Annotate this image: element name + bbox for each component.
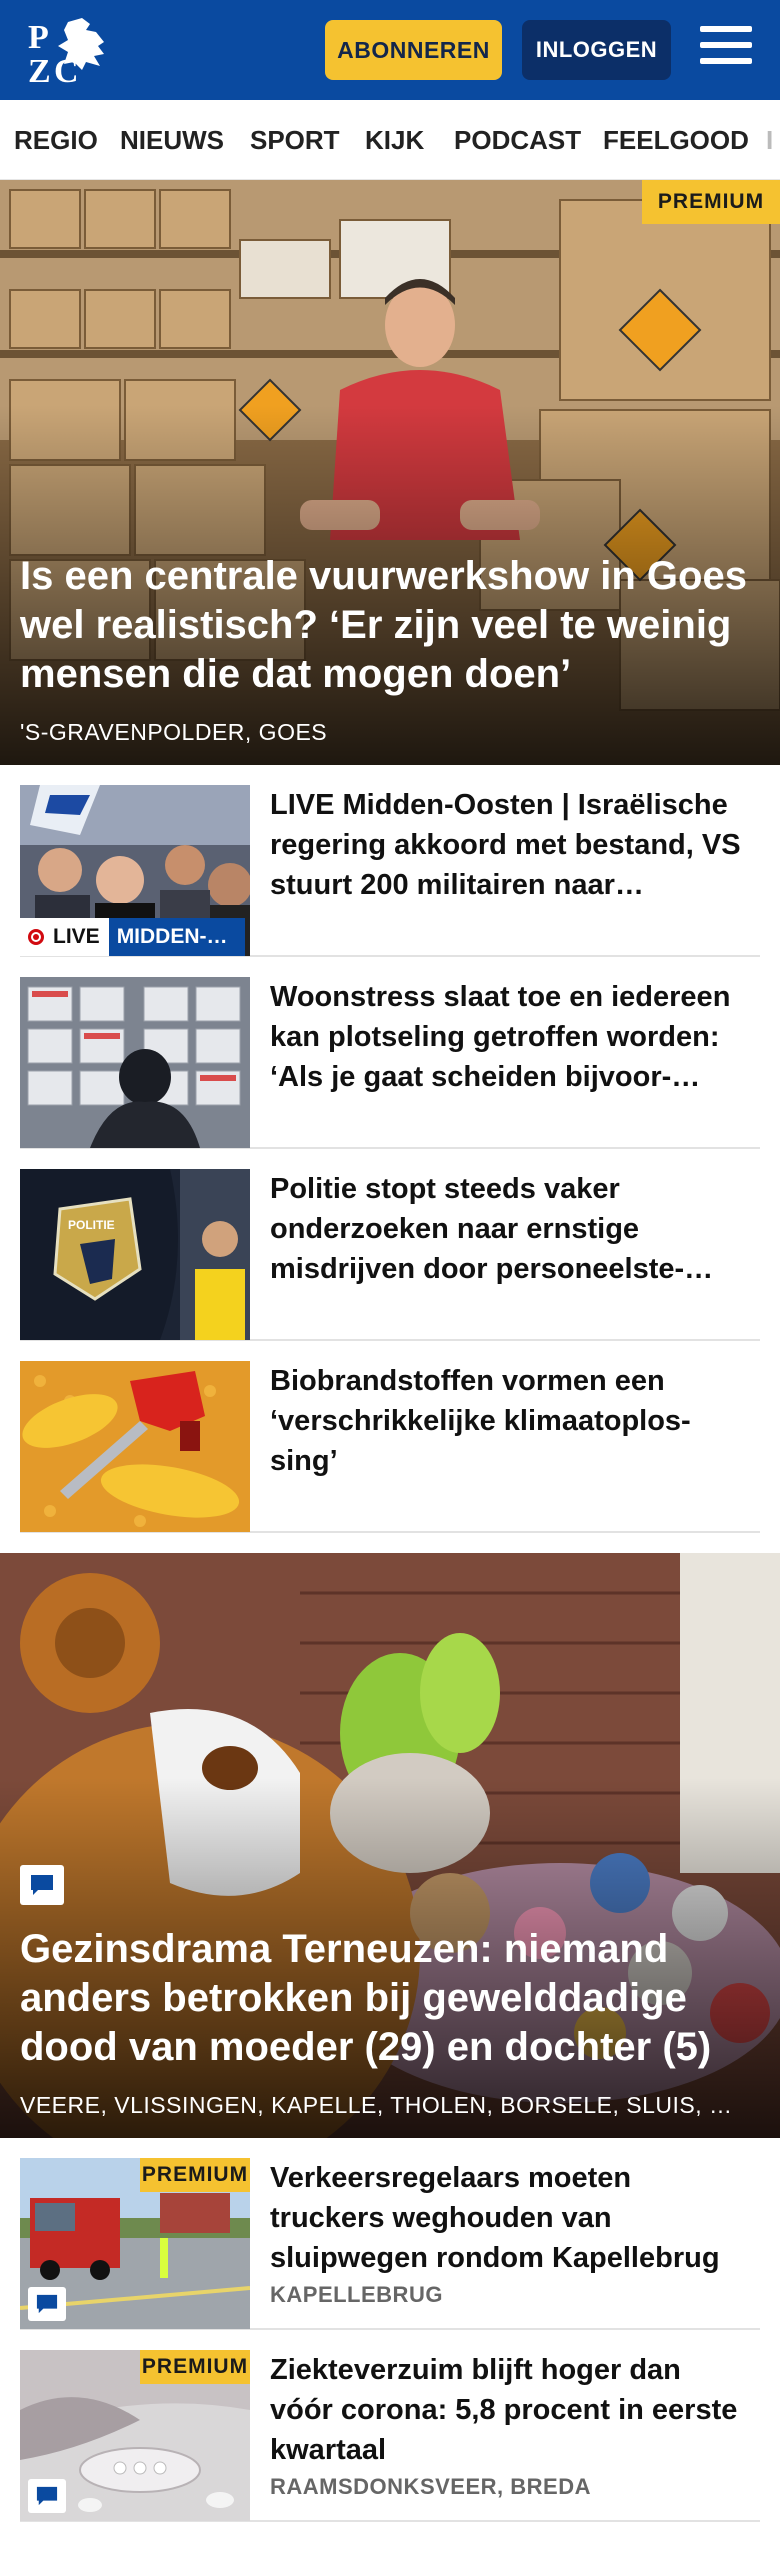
premium-badge: PREMIUM [140, 2350, 250, 2384]
list-item[interactable]: PREMIUM Ziekteverzuim blijft hoger dan v… [20, 2330, 760, 2522]
thumbnail-police: POLITIE [20, 1169, 250, 1340]
comment-icon [20, 1865, 64, 1905]
article-title[interactable]: Ziekteverzuim blijft hoger dan vóór coro… [270, 2350, 750, 2470]
hero-title[interactable]: Gezinsdrama Terneuzen: niemand anders be… [20, 1925, 760, 2072]
list-item[interactable]: Biobrandstoffen vormen een ‘verschrikkel… [20, 1341, 760, 1533]
premium-badge: PREMIUM [642, 180, 780, 224]
list-item[interactable]: POLITIE Politie stopt steeds vaker onder… [20, 1149, 760, 1341]
svg-text:P: P [28, 19, 49, 56]
premium-badge: PREMIUM [140, 2158, 250, 2192]
thumbnail-traffic: PREMIUM [20, 2158, 250, 2329]
category-label: MIDDEN-… [108, 918, 245, 956]
list-item[interactable]: LIVE MIDDEN-… LIVE Midden-Oosten | Israë… [20, 765, 760, 957]
nav-item-overflow[interactable]: I [766, 100, 773, 179]
nav-item-podcast[interactable]: PODCAST [454, 100, 581, 179]
article-title[interactable]: Verkeersregelaars moeten truckers weghou… [270, 2158, 750, 2278]
nav-item-kijk[interactable]: KIJK [365, 100, 424, 179]
live-badge: LIVE MIDDEN-… [20, 918, 245, 956]
live-dot-icon [28, 929, 44, 945]
article-title[interactable]: Biobrandstoffen vormen een ‘verschrikkel… [270, 1361, 750, 1481]
hamburger-menu-icon[interactable] [700, 26, 752, 72]
list-item[interactable]: Woonstress slaat toe en iedereen kan plo… [20, 957, 760, 1149]
nav-item-regio[interactable]: REGIO [14, 100, 98, 179]
hero-title[interactable]: Is een centrale vuurwerkshow in Goes wel… [20, 552, 760, 699]
article-title[interactable]: Politie stopt steeds vaker onderzoeken n… [270, 1169, 750, 1289]
nav-item-feelgood[interactable]: FEELGOOD [603, 100, 749, 179]
hero-location: 'S-GRAVENPOLDER, GOES [20, 719, 328, 745]
hero-location: VEERE, VLISSINGEN, KAPELLE, THOLEN, BORS… [20, 2092, 733, 2118]
nav-item-nieuws[interactable]: NIEUWS [120, 100, 224, 179]
pzc-logo[interactable]: P Z C [24, 12, 114, 90]
hero-article-fireworks[interactable]: PREMIUM Is een centrale vuurwerkshow in … [0, 180, 780, 765]
article-title[interactable]: LIVE Midden-Oosten | Israëlische regerin… [270, 785, 750, 905]
thumbnail-protest: LIVE MIDDEN-… [20, 785, 250, 956]
nav-item-sport[interactable]: SPORT [250, 100, 340, 179]
live-label: LIVE [53, 925, 100, 948]
list-item[interactable]: PREMIUM Verkeersregelaars moeten trucker… [20, 2138, 760, 2330]
article-location: KAPELLEBRUG [270, 2282, 443, 2307]
article-title[interactable]: Woonstress slaat toe en iedereen kan plo… [270, 977, 750, 1097]
subscribe-button[interactable]: ABONNEREN [325, 20, 502, 80]
section-nav: REGIO NIEUWS SPORT KIJK PODCAST FEELGOOD… [0, 100, 780, 180]
top-header: P Z C ABONNEREN INLOGGEN [0, 0, 780, 100]
hero-article-terneuzen[interactable]: Gezinsdrama Terneuzen: niemand anders be… [0, 1553, 780, 2138]
thumbnail-biofuel [20, 1361, 250, 1532]
svg-text:Z: Z [28, 53, 51, 88]
comment-icon [28, 2287, 66, 2321]
thumbnail-housing [20, 977, 250, 1148]
article-location: RAAMSDONKSVEER, BREDA [270, 2474, 591, 2499]
svg-text:POLITIE: POLITIE [68, 1218, 115, 1232]
thumbnail-sick-leave: PREMIUM [20, 2350, 250, 2521]
login-button[interactable]: INLOGGEN [522, 20, 671, 80]
comment-icon [28, 2479, 66, 2513]
